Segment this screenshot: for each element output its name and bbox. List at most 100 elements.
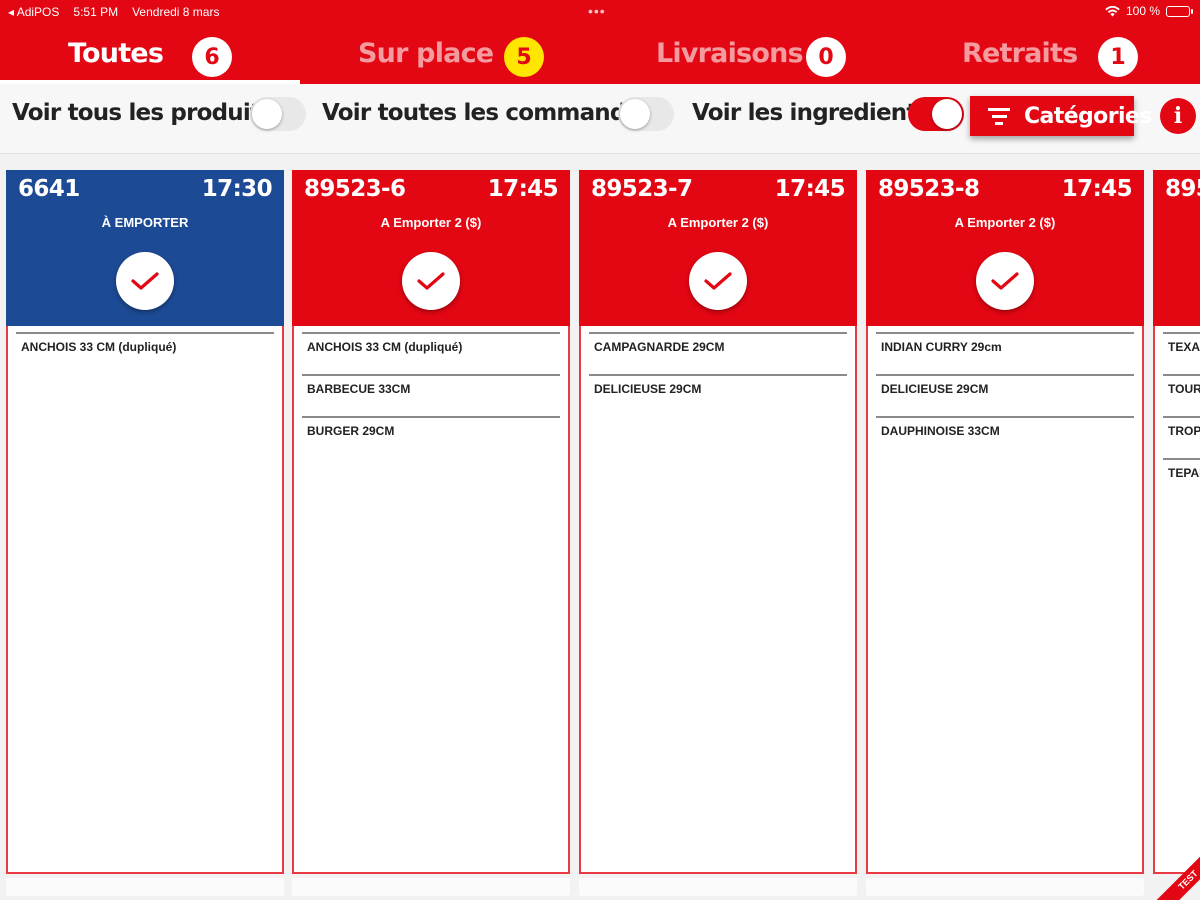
tab-retraits[interactable]: Retraits 1 xyxy=(900,30,1200,84)
tab-count-badge: 6 xyxy=(192,37,232,77)
toggle-knob xyxy=(252,99,282,129)
checkmark-icon xyxy=(417,272,445,290)
categories-button-label: Catégories xyxy=(1024,103,1152,129)
mark-done-button[interactable] xyxy=(689,252,747,310)
order-header: 6641 17:30 À EMPORTER xyxy=(6,170,284,326)
checkmark-icon xyxy=(131,272,159,290)
order-item-name: BARBECUE 33CM xyxy=(307,382,411,396)
order-item-name: TOUR xyxy=(1168,382,1200,396)
order-time: 17:45 xyxy=(774,176,846,202)
order-card[interactable]: 89523-7 17:45 A Emporter 2 ($) CAMPAGNAR… xyxy=(579,170,857,896)
order-item[interactable]: BURGER 29CM xyxy=(302,416,560,458)
order-item[interactable]: CAMPAGNARDE 29CM xyxy=(589,332,847,374)
show-ingredients-toggle[interactable] xyxy=(908,97,964,131)
order-item-name: DELICIEUSE 29CM xyxy=(881,382,989,396)
wifi-icon xyxy=(1105,5,1120,17)
order-item[interactable]: TEXAN xyxy=(1163,332,1200,374)
order-header: 89523-6 17:45 A Emporter 2 ($) xyxy=(292,170,570,326)
show-ingredients-label: Voir les ingredients xyxy=(692,100,930,126)
tab-sur-place[interactable]: Sur place 5 xyxy=(300,30,600,84)
order-card[interactable]: 89523-8 17:45 A Emporter 2 ($) INDIAN CU… xyxy=(866,170,1144,896)
order-item-name: DAUPHINOISE 33CM xyxy=(881,424,1000,438)
display-options-bar: Voir tous les produits Voir toutes les c… xyxy=(0,84,1200,154)
order-item-name: TEXAN xyxy=(1168,340,1200,354)
order-item[interactable]: INDIAN CURRY 29cm xyxy=(876,332,1134,374)
order-header: 89523-7 17:45 A Emporter 2 ($) xyxy=(579,170,857,326)
order-item-name: BURGER 29CM xyxy=(307,424,395,438)
order-item[interactable]: TROP xyxy=(1163,416,1200,458)
status-date: Vendredi 8 mars xyxy=(132,5,220,19)
tab-label: Sur place xyxy=(358,38,494,69)
order-card-partial[interactable]: 895 TEXAN TOUR TROP TEPAN xyxy=(1153,170,1200,896)
categories-button[interactable]: Catégories xyxy=(970,96,1152,136)
order-number: 89523-8 xyxy=(878,176,980,202)
order-time: 17:30 xyxy=(201,176,273,202)
tab-count-badge: 1 xyxy=(1098,37,1138,77)
mark-done-button[interactable] xyxy=(402,252,460,310)
order-type: À EMPORTER xyxy=(101,215,189,230)
tab-toutes[interactable]: Toutes 6 xyxy=(0,30,300,84)
show-all-orders-toggle[interactable] xyxy=(618,97,674,131)
status-time: 5:51 PM xyxy=(73,5,119,19)
order-item[interactable]: TEPAN xyxy=(1163,458,1200,500)
back-to-app-link[interactable]: ◂ AdiPOS xyxy=(8,5,59,19)
header: ◂ AdiPOS 5:51 PM Vendredi 8 mars ••• 100… xyxy=(0,0,1200,84)
order-type: A Emporter 2 ($) xyxy=(380,215,482,230)
order-filter-tabs: Toutes 6 Sur place 5 Livraisons 0 Retrai… xyxy=(0,30,1200,84)
order-item[interactable]: ANCHOIS 33 CM (dupliqué) xyxy=(16,332,274,374)
battery-icon xyxy=(1166,5,1193,17)
order-type: A Emporter 2 ($) xyxy=(667,215,769,230)
order-item[interactable]: ANCHOIS 33 CM (dupliqué) xyxy=(302,332,560,374)
tab-label: Toutes xyxy=(68,38,164,69)
order-item[interactable]: DELICIEUSE 29CM xyxy=(589,374,847,416)
order-header: 895 xyxy=(1153,170,1200,326)
show-all-products-toggle[interactable] xyxy=(250,97,306,131)
checkmark-icon xyxy=(704,272,732,290)
tab-count-badge: 0 xyxy=(806,37,846,77)
show-all-orders-label: Voir toutes les commandes xyxy=(322,100,654,126)
order-item[interactable]: TOUR xyxy=(1163,374,1200,416)
order-footer xyxy=(866,878,1144,896)
order-items-list: TEXAN TOUR TROP TEPAN xyxy=(1153,326,1200,874)
mark-done-button[interactable] xyxy=(116,252,174,310)
order-footer xyxy=(292,878,570,896)
order-header: 89523-8 17:45 A Emporter 2 ($) xyxy=(866,170,1144,326)
show-all-products-label: Voir tous les produits xyxy=(12,100,274,126)
order-item-name: INDIAN CURRY 29cm xyxy=(881,340,1002,354)
order-item[interactable]: DELICIEUSE 29CM xyxy=(876,374,1134,416)
order-item-name: TROP xyxy=(1168,424,1200,438)
order-time: 17:45 xyxy=(487,176,559,202)
order-items-list: ANCHOIS 33 CM (dupliqué) BARBECUE 33CM B… xyxy=(292,326,570,874)
order-number: 6641 xyxy=(18,176,80,202)
order-item-name: CAMPAGNARDE 29CM xyxy=(594,340,725,354)
tab-count-badge: 5 xyxy=(504,37,544,77)
toggle-knob xyxy=(620,99,650,129)
order-item[interactable]: BARBECUE 33CM xyxy=(302,374,560,416)
order-items-list: INDIAN CURRY 29cm DELICIEUSE 29CM DAUPHI… xyxy=(866,326,1144,874)
battery-percent: 100 % xyxy=(1125,4,1160,18)
order-card[interactable]: 89523-6 17:45 A Emporter 2 ($) ANCHOIS 3… xyxy=(292,170,570,896)
order-type: A Emporter 2 ($) xyxy=(954,215,1056,230)
order-footer xyxy=(579,878,857,896)
order-footer xyxy=(6,878,284,896)
toggle-knob xyxy=(932,99,962,129)
order-items-list: CAMPAGNARDE 29CM DELICIEUSE 29CM xyxy=(579,326,857,874)
checkmark-icon xyxy=(991,272,1019,290)
order-item-name: ANCHOIS 33 CM (dupliqué) xyxy=(307,340,463,354)
multitask-dots-icon[interactable]: ••• xyxy=(588,3,606,19)
filter-icon xyxy=(988,107,1010,125)
tab-label: Livraisons xyxy=(656,38,804,69)
order-card[interactable]: 6641 17:30 À EMPORTER ANCHOIS 33 CM (dup… xyxy=(6,170,284,896)
order-items-list: ANCHOIS 33 CM (dupliqué) xyxy=(6,326,284,874)
info-icon[interactable]: i xyxy=(1160,98,1196,134)
tab-label: Retraits xyxy=(962,38,1078,69)
order-number: 895 xyxy=(1165,176,1200,202)
order-number: 89523-7 xyxy=(591,176,693,202)
mark-done-button[interactable] xyxy=(976,252,1034,310)
order-item[interactable]: DAUPHINOISE 33CM xyxy=(876,416,1134,458)
order-item-name: DELICIEUSE 29CM xyxy=(594,382,702,396)
order-item-name: ANCHOIS 33 CM (dupliqué) xyxy=(21,340,177,354)
order-time: 17:45 xyxy=(1061,176,1133,202)
tab-livraisons[interactable]: Livraisons 0 xyxy=(600,30,900,84)
order-number: 89523-6 xyxy=(304,176,406,202)
